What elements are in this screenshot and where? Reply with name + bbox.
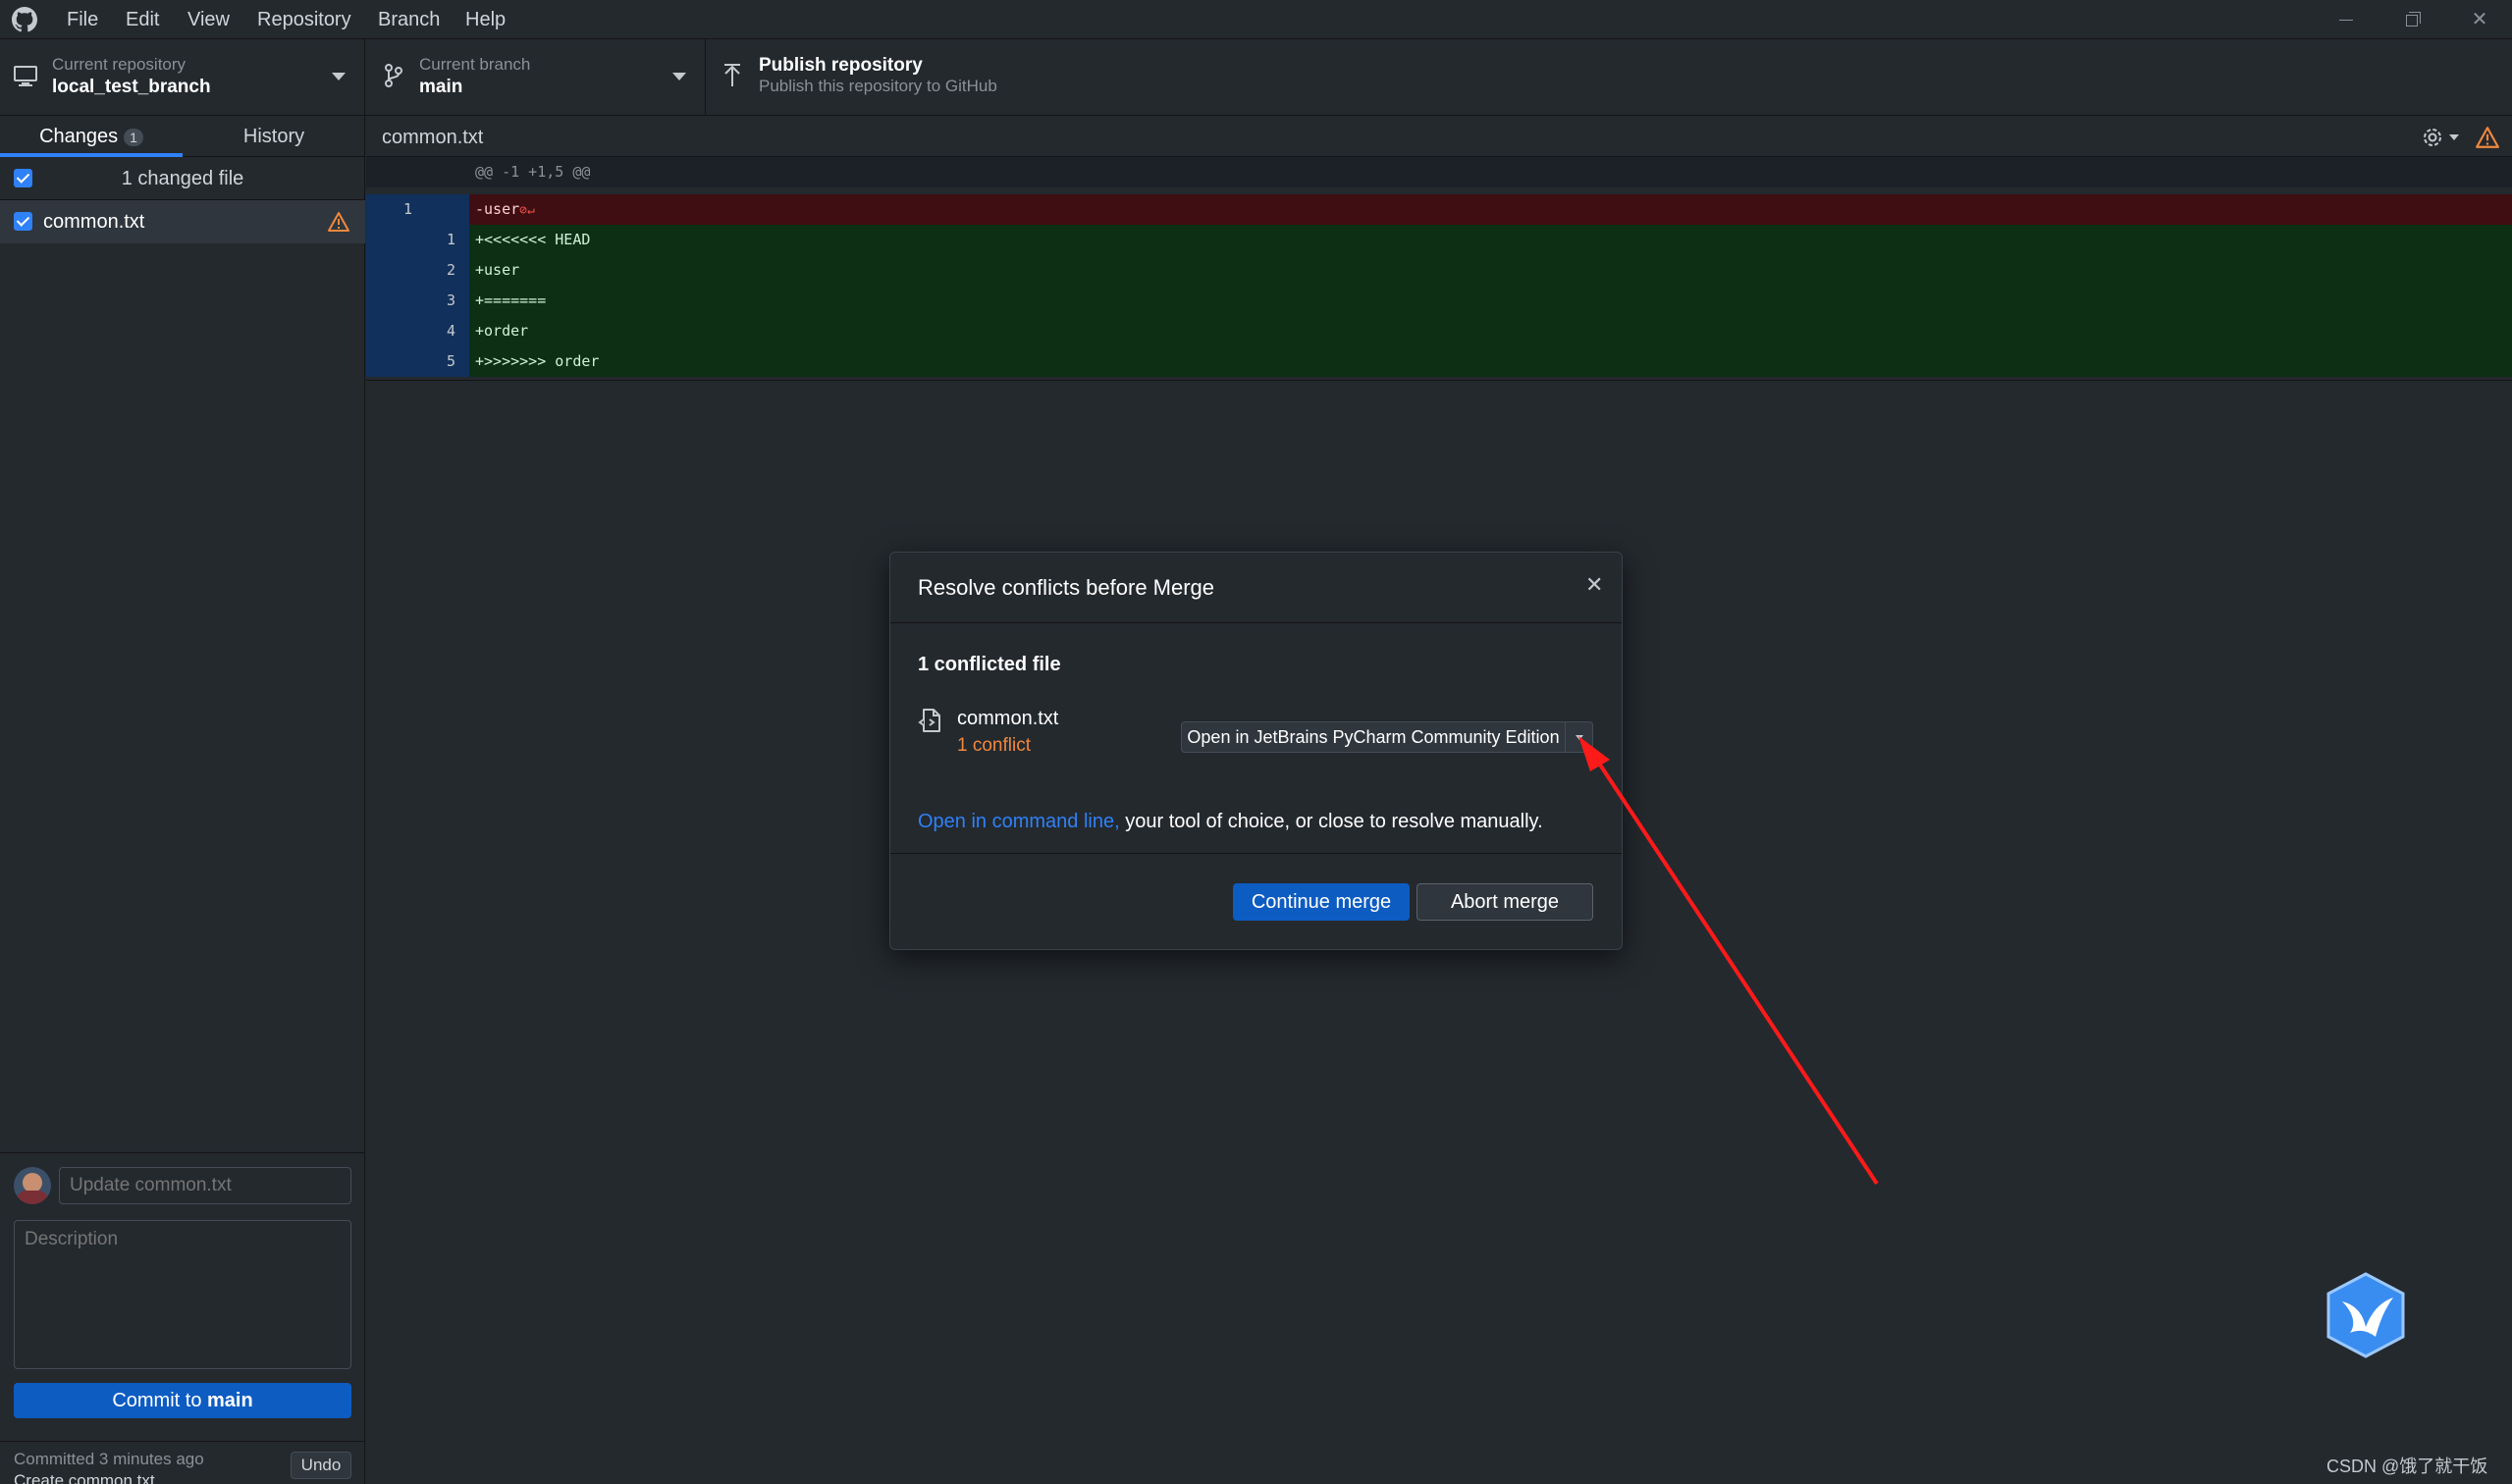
menu-repository[interactable]: Repository [255,0,353,39]
commit-button-branch: main [207,1390,253,1411]
close-icon[interactable]: ✕ [1585,572,1603,598]
menu-edit[interactable]: Edit [124,0,161,39]
commit-description-field[interactable] [14,1220,351,1369]
commit-panel: Commit to main [0,1152,365,1484]
resolve-conflicts-dialog: Resolve conflicts before Merge ✕ 1 confl… [889,552,1623,950]
dialog-header: Resolve conflicts before Merge ✕ [890,553,1622,623]
menu-branch[interactable]: Branch [376,0,442,39]
line-content: -user [475,200,520,218]
upload-icon [724,64,740,86]
publish-title: Publish repository [759,55,923,76]
diff-header: common.txt [366,116,2512,157]
changed-files-count: 1 changed file [121,168,244,189]
branch-name: main [419,77,463,97]
computer-icon [14,66,37,86]
new-line-number: 1 [447,231,456,248]
new-line-number: 5 [447,352,456,370]
last-commit-time: Committed 3 minutes ago [14,1450,204,1468]
conflicted-file-name: common.txt [957,708,1059,729]
dialog-footer: Continue merge Abort merge [890,853,1622,949]
commit-summary-input[interactable] [59,1167,351,1204]
tab-changes[interactable]: Changes 1 [0,116,183,157]
branch-icon [385,64,402,87]
repo-name: local_test_branch [52,77,211,97]
no-newline-icon: ⊘↵ [519,203,535,218]
last-commit-bar: Committed 3 minutes ago Create common.tx… [0,1441,365,1484]
diff-line-text: +user [475,261,520,279]
changed-files-header: 1 changed file [0,157,365,200]
diff-line-text: -user⊘↵ [475,194,535,226]
restore-icon[interactable] [2399,6,2427,33]
avatar [14,1167,51,1204]
chevron-down-icon [672,73,686,80]
new-line-number: 3 [447,292,456,309]
gear-icon[interactable] [2420,125,2445,150]
list-item[interactable]: common.txt [0,200,365,243]
diff-view: @@ -1 +1,5 @@ 1 -user⊘↵ 1 +<<<<<<< HEAD … [366,157,2512,381]
file-name: common.txt [43,211,145,233]
resolve-hint: Open in command line, your tool of choic… [918,811,1543,833]
open-in-editor-button-group: Open in JetBrains PyCharm Community Edit… [1181,721,1593,753]
new-line-number: 4 [447,322,456,340]
diff-line: 3 +======= [366,286,2512,316]
commit-button[interactable]: Commit to main [14,1383,351,1418]
menu-view[interactable]: View [186,0,232,39]
tab-history[interactable]: History [183,116,365,157]
commit-button-prefix: Commit to [112,1390,207,1411]
floating-bird-widget-icon[interactable] [2325,1272,2407,1358]
menu-help[interactable]: Help [463,0,508,39]
diff-line-text: +<<<<<<< HEAD [475,231,591,248]
diff-line: 5 +>>>>>>> order [366,346,2512,377]
diff-line-text: +>>>>>>> order [475,352,600,370]
diff-line: 4 +order [366,316,2512,346]
watermark: CSDN @饿了就干饭 [2326,1457,2488,1476]
diff-line: 1 -user⊘↵ [366,194,2512,225]
tab-changes-label: Changes [39,126,119,147]
dialog-title: Resolve conflicts before Merge [918,575,1215,600]
publish-repository-button[interactable]: Publish repository Publish this reposito… [707,39,1046,116]
diff-line-text: +======= [475,292,547,309]
github-logo-icon [12,7,37,32]
file-code-icon [918,709,940,732]
diff-divider [366,380,2512,381]
menu-file[interactable]: File [65,0,100,39]
current-branch-dropdown[interactable]: Current branch main [366,39,706,116]
abort-merge-button[interactable]: Abort merge [1416,883,1593,921]
publish-subtitle: Publish this repository to GitHub [759,77,997,95]
hunk-header: @@ -1 +1,5 @@ [475,163,591,181]
chevron-down-icon [332,73,346,80]
chevron-down-icon[interactable] [2449,134,2459,140]
warning-icon [2476,127,2499,148]
sidebar: Changes 1 History 1 changed file common.t… [0,116,365,1484]
annotation-arrow [1578,736,1879,1186]
close-window-icon[interactable]: ✕ [2466,6,2493,33]
file-checkbox[interactable] [14,212,32,231]
undo-button[interactable]: Undo [291,1452,351,1479]
open-in-editor-button[interactable]: Open in JetBrains PyCharm Community Edit… [1182,722,1565,752]
diff-line: 2 +user [366,255,2512,286]
minimize-icon[interactable] [2332,6,2360,33]
branch-label: Current branch [419,55,531,74]
hunk-header-row: @@ -1 +1,5 @@ [366,157,2512,187]
toolbar: Current repository local_test_branch Cur… [0,39,2512,116]
conflicted-files-heading: 1 conflicted file [918,654,1061,675]
title-bar: File Edit View Repository Branch Help ✕ [0,0,2512,39]
resolve-hint-text: your tool of choice, or close to resolve… [1119,811,1543,832]
continue-merge-button[interactable]: Continue merge [1233,883,1410,921]
last-commit-message: Create common.txt [14,1471,155,1484]
diff-line: 1 +<<<<<<< HEAD [366,225,2512,255]
current-repository-dropdown[interactable]: Current repository local_test_branch [0,39,365,116]
repo-label: Current repository [52,55,187,74]
diff-line-text: +order [475,322,529,340]
open-command-line-link[interactable]: Open in command line, [918,811,1120,832]
old-line-number: 1 [403,200,413,218]
diff-filename: common.txt [382,127,484,148]
changes-count-badge: 1 [124,128,143,146]
conflict-count: 1 conflict [957,735,1031,756]
new-line-number: 2 [447,261,456,279]
warning-icon [328,212,349,232]
